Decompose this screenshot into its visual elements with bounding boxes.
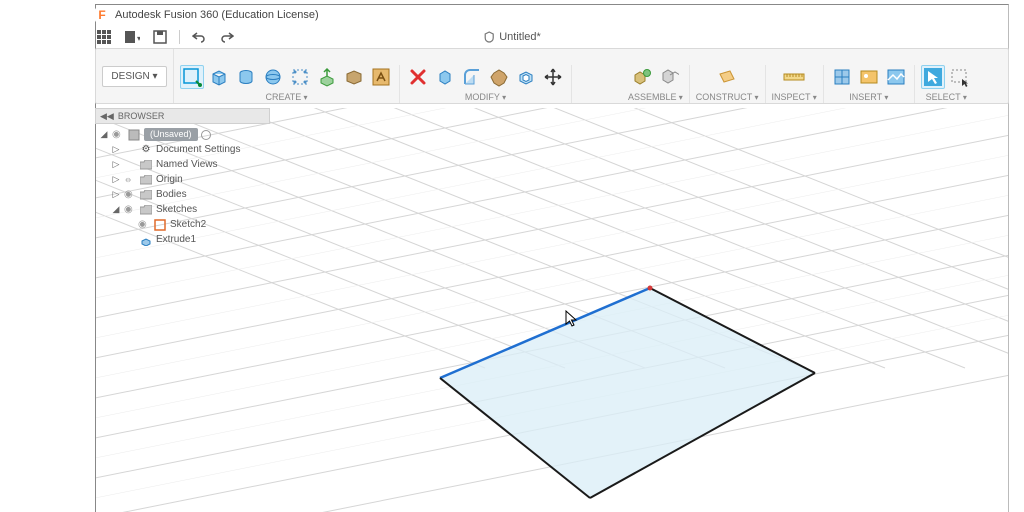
tree-item-bodies[interactable]: ▷◉ Bodies [97, 187, 270, 202]
app-title: Autodesk Fusion 360 (Education License) [115, 9, 319, 21]
tree-root-label: (Unsaved) [144, 128, 198, 141]
insert-canvas-button[interactable] [884, 65, 908, 89]
new-sketch-button[interactable] [180, 65, 204, 89]
extrude-icon [139, 234, 153, 246]
browser-title: BROWSER [118, 111, 165, 121]
file-menu-icon[interactable]: ▾ [123, 28, 141, 46]
press-pull-button[interactable] [433, 65, 457, 89]
new-component-button[interactable] [630, 65, 654, 89]
data-panel-icon[interactable] [95, 28, 113, 46]
activate-radio-icon[interactable] [201, 130, 211, 140]
extrude-button[interactable] [315, 65, 339, 89]
browser-panel: ◀◀ BROWSER ◢◉ (Unsaved) ▷ ⚙ Document Set… [95, 108, 270, 247]
folder-icon [139, 160, 153, 170]
undo-icon[interactable] [190, 28, 208, 46]
mouse-cursor-icon [565, 310, 579, 331]
move-button[interactable] [541, 65, 565, 89]
shell-button[interactable] [514, 65, 538, 89]
tree-item-extrude1[interactable]: Extrude1 [97, 232, 270, 247]
tree-item-document-settings[interactable]: ▷ ⚙ Document Settings [97, 142, 270, 157]
tree-item-sketches[interactable]: ◢◉ Sketches [97, 202, 270, 217]
plane-button[interactable] [715, 65, 739, 89]
workspace-switcher[interactable]: DESIGN ▾ [102, 66, 166, 87]
select-button[interactable] [921, 65, 945, 89]
tree-item-named-views[interactable]: ▷ Named Views [97, 157, 270, 172]
svg-text:▾: ▾ [137, 34, 140, 43]
fusion-logo-icon: F [95, 8, 109, 22]
cylinder-button[interactable] [234, 65, 258, 89]
construct-group-label[interactable]: CONSTRUCT [696, 92, 759, 102]
revolve-button[interactable] [342, 65, 366, 89]
gear-icon: ⚙ [139, 144, 153, 155]
fillet-button[interactable] [460, 65, 484, 89]
window-select-button[interactable] [948, 65, 972, 89]
folder-icon [139, 175, 153, 185]
tree-item-origin[interactable]: ▷⦵ Origin [97, 172, 270, 187]
insert-group-label[interactable]: INSERT [849, 92, 888, 102]
tree-root[interactable]: ◢◉ (Unsaved) [97, 127, 270, 142]
folder-icon [139, 205, 153, 215]
insert-derive-button[interactable] [830, 65, 854, 89]
browser-header[interactable]: ◀◀ BROWSER [95, 108, 270, 124]
torus-button[interactable] [288, 65, 312, 89]
browser-collapse-icon[interactable]: ◀◀ [100, 111, 114, 122]
sketch-profile[interactable] [440, 286, 815, 499]
redo-icon[interactable] [218, 28, 236, 46]
modify-group-label[interactable]: MODIFY [465, 92, 506, 102]
component-icon [127, 129, 141, 141]
document-tab-label: Untitled* [499, 31, 541, 43]
document-tab[interactable]: Untitled* [483, 26, 541, 48]
folder-icon [139, 190, 153, 200]
tree-item-sketch2[interactable]: ◉ Sketch2 [97, 217, 270, 232]
measure-button[interactable] [782, 65, 806, 89]
emboss-button[interactable] [369, 65, 393, 89]
create-group-label[interactable]: CREATE [265, 92, 307, 102]
assemble-group-label[interactable]: ASSEMBLE [628, 92, 683, 102]
chamfer-button[interactable] [487, 65, 511, 89]
joint-button[interactable] [657, 65, 681, 89]
save-icon[interactable] [151, 28, 169, 46]
sphere-button[interactable] [261, 65, 285, 89]
insert-decal-button[interactable] [857, 65, 881, 89]
delete-button[interactable] [406, 65, 430, 89]
select-group-label[interactable]: SELECT [926, 92, 967, 102]
box-button[interactable] [207, 65, 231, 89]
inspect-group-label[interactable]: INSPECT [772, 92, 817, 102]
sketch-icon [153, 219, 167, 231]
